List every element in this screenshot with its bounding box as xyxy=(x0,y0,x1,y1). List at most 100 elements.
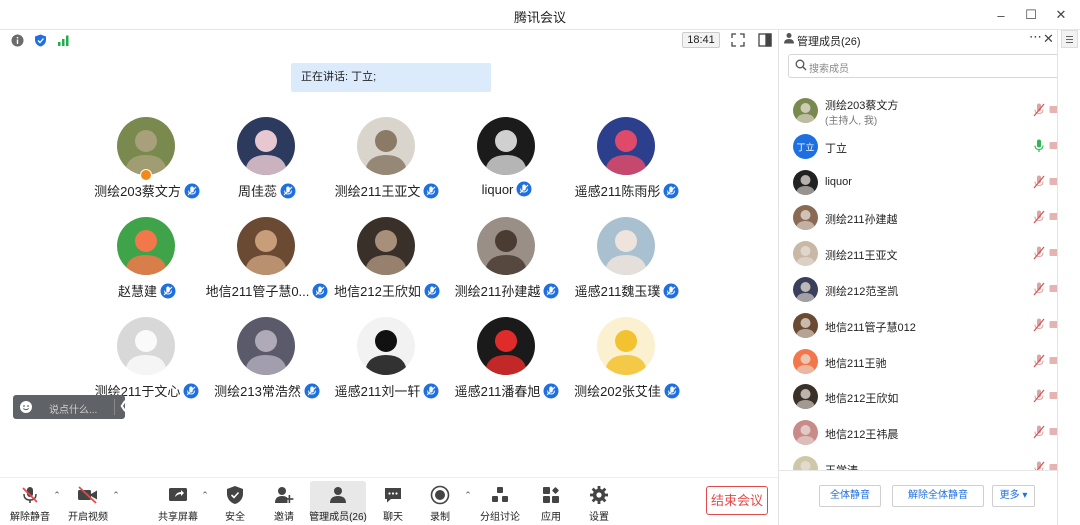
member-row[interactable]: 测绘212范圣凯 xyxy=(779,273,1062,309)
member-avatar: 丁立 xyxy=(793,133,818,159)
member-name: liquor xyxy=(825,175,852,188)
mic-muted-icon[interactable] xyxy=(1033,318,1045,335)
participant-avatar xyxy=(477,317,535,375)
member-name: 测绘211孙建越 xyxy=(825,214,898,227)
mic-muted-icon[interactable] xyxy=(1033,210,1045,227)
member-avatar xyxy=(793,169,818,195)
participant-name-text: 地信211管子慧0... xyxy=(205,284,310,299)
members-panel-header: 管理成员(26) ⋯ ✕ xyxy=(779,29,1057,50)
participant-name-text: 遥感211陈雨彤 xyxy=(574,184,661,199)
member-role: (主持人, 我) xyxy=(825,116,878,127)
more-options-icon[interactable]: ⋯ xyxy=(1029,29,1043,45)
participant-tile[interactable]: 遥感211陈雨彤 xyxy=(567,117,687,207)
member-name: 地信211管子慧012 xyxy=(825,321,916,334)
settings-button[interactable]: 设置 xyxy=(571,481,627,523)
participant-name: 测绘202张艾佳 xyxy=(547,381,707,402)
sidebar-toggle-icon[interactable] xyxy=(758,33,772,47)
record-icon xyxy=(412,484,468,506)
participant-avatar xyxy=(117,317,175,375)
signal-icon[interactable] xyxy=(56,33,71,48)
participant-tile[interactable]: 测绘202张艾佳 xyxy=(567,317,687,407)
meeting-window: 腾讯会议 – ☐ ✕ 18:41 正在讲话: 丁立; 测绘203蔡文方 周佳蕊 … xyxy=(0,0,1080,525)
participant-name-text: 遥感211潘春旭 xyxy=(454,384,541,399)
mic-muted-icon[interactable] xyxy=(1033,103,1045,120)
mic-muted-icon[interactable] xyxy=(1033,246,1045,263)
breakout-icon xyxy=(472,484,528,506)
mic-muted-icon xyxy=(2,484,58,506)
shield-icon[interactable] xyxy=(33,33,48,48)
participant-name-text: 测绘203蔡文方 xyxy=(94,184,181,199)
member-row[interactable]: 测绘211王亚文 xyxy=(779,237,1062,273)
members-icon xyxy=(310,484,366,506)
member-name: 地信212王欣如 xyxy=(825,393,899,406)
mic-muted-icon[interactable] xyxy=(1033,282,1045,299)
member-initials: 丁立 xyxy=(796,141,814,153)
share-screen-button[interactable]: 共享屏幕 xyxy=(150,481,206,523)
member-avatar xyxy=(793,420,818,446)
collapse-arrow-icon[interactable]: ❮ xyxy=(119,399,128,412)
invite-icon xyxy=(256,484,312,506)
participant-name: 遥感211陈雨彤 xyxy=(547,181,707,202)
close-window-icon[interactable]: ✕ xyxy=(1050,4,1072,26)
mic-muted-icon[interactable] xyxy=(1033,354,1045,371)
start-video-button[interactable]: 开启视频 xyxy=(60,481,116,523)
participant-tile[interactable]: 遥感211魏玉璞 xyxy=(567,217,687,307)
member-name: 测绘211王亚文 xyxy=(825,250,898,263)
mic-on-icon[interactable] xyxy=(1033,139,1045,156)
fullscreen-icon[interactable] xyxy=(731,33,745,47)
participant-avatar xyxy=(237,217,295,275)
start-video-label: 开启视频 xyxy=(68,512,108,523)
host-badge xyxy=(140,169,152,181)
member-row[interactable]: 地信212王欣如 xyxy=(779,380,1062,416)
search-icon xyxy=(795,59,807,74)
more-button[interactable]: 更多 ▾ xyxy=(992,485,1035,507)
smiley-icon[interactable] xyxy=(19,400,33,417)
close-panel-icon[interactable]: ✕ xyxy=(1043,31,1054,47)
chat-quick-input[interactable]: 说点什么... ❮ xyxy=(13,395,128,419)
member-row[interactable]: 测绘211孙建越 xyxy=(779,201,1062,237)
minimize-icon[interactable]: – xyxy=(990,4,1012,26)
mic-muted-icon[interactable] xyxy=(1033,389,1045,406)
member-row[interactable]: 地信212王祎晨 xyxy=(779,416,1062,452)
member-row[interactable]: 地信211管子慧012 xyxy=(779,309,1062,345)
participant-avatar xyxy=(357,117,415,175)
mic-muted-icon xyxy=(663,283,679,302)
mute-all-button[interactable]: 全体静音 xyxy=(819,485,881,507)
member-name: 地信211王驰 xyxy=(825,357,887,370)
member-name: 测绘212范圣凯 xyxy=(825,286,899,298)
record-button[interactable]: 录制 xyxy=(412,481,468,523)
member-avatar xyxy=(793,98,818,123)
participant-name-text: 测绘211王亚文 xyxy=(334,184,421,199)
mic-muted-icon[interactable] xyxy=(1033,425,1045,442)
participant-name-text: 遥感211刘一轩 xyxy=(334,384,421,399)
participant-name-text: 周佳蕊 xyxy=(237,184,277,199)
member-avatar xyxy=(793,205,818,231)
unmute-button[interactable]: 解除静音 xyxy=(2,481,58,523)
member-search-input[interactable]: 搜索成员 xyxy=(788,54,1068,78)
meeting-clock: 18:41 xyxy=(682,32,720,48)
unmute-all-button[interactable]: 解除全体静音 xyxy=(892,485,984,507)
camera-off-icon xyxy=(60,484,116,506)
menu-icon[interactable] xyxy=(1061,30,1078,48)
member-row[interactable]: 丁立 丁立 xyxy=(779,130,1062,166)
mic-muted-icon[interactable] xyxy=(1033,175,1045,192)
video-options-caret[interactable]: ⌃ xyxy=(111,490,121,500)
chat-divider xyxy=(114,399,115,415)
end-meeting-button[interactable]: 结束会议 xyxy=(706,486,768,515)
participant-name-text: 遥感211魏玉璞 xyxy=(574,284,661,299)
member-row[interactable]: 测绘203蔡文方 (主持人, 我) xyxy=(779,94,1062,130)
maximize-icon[interactable]: ☐ xyxy=(1020,4,1042,26)
participant-name-text: 测绘211孙建越 xyxy=(454,284,541,299)
person-icon xyxy=(783,32,795,47)
info-icon[interactable] xyxy=(10,33,25,48)
participant-name-text: liquor xyxy=(481,182,514,197)
mic-muted-icon xyxy=(663,183,679,202)
participant-name-text: 地信212王欣如 xyxy=(334,284,421,299)
gear-icon xyxy=(571,484,627,506)
participant-name-text: 测绘202张艾佳 xyxy=(574,384,661,399)
participant-avatar xyxy=(597,117,655,175)
member-row[interactable]: 地信211王驰 xyxy=(779,345,1062,381)
participant-avatar xyxy=(597,217,655,275)
mic-muted-icon xyxy=(160,283,176,302)
member-row[interactable]: liquor xyxy=(779,166,1062,202)
